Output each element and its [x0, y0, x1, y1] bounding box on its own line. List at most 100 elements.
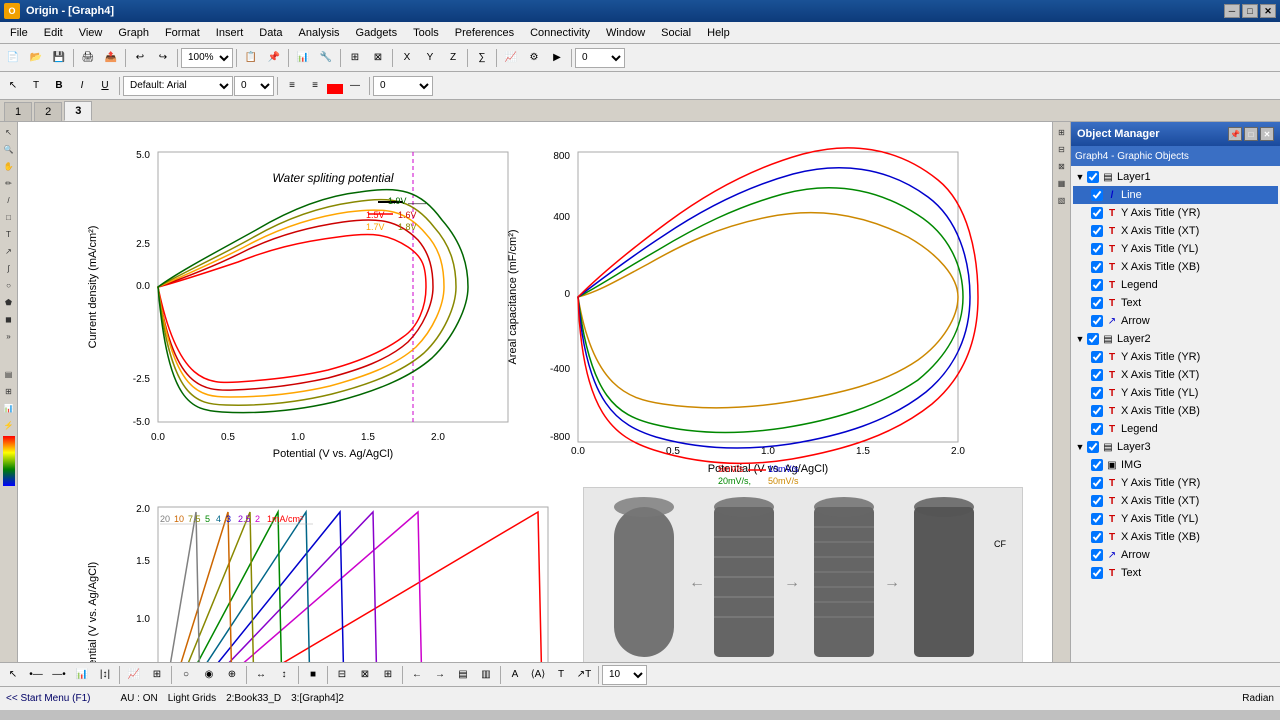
- bt-23[interactable]: T: [550, 664, 572, 686]
- color-btn[interactable]: [327, 84, 343, 94]
- align-left-btn[interactable]: ≡: [281, 75, 303, 97]
- stats-btn[interactable]: 📈: [500, 47, 522, 69]
- bt-20[interactable]: ▥: [475, 664, 497, 686]
- layer3-yl-checkbox[interactable]: [1091, 513, 1103, 525]
- bottom-num-dropdown[interactable]: 10: [602, 665, 647, 685]
- curve-tool[interactable]: ∫: [1, 260, 17, 276]
- layer3-yl-row[interactable]: T Y Axis Title (YL): [1073, 510, 1278, 528]
- layer1-checkbox[interactable]: [1087, 171, 1099, 183]
- filter-btn[interactable]: ⚙: [523, 47, 545, 69]
- bt-14[interactable]: ⊟: [331, 664, 353, 686]
- layer1-arrow-row[interactable]: ↗ Arrow: [1073, 312, 1278, 330]
- layer1-xb-row[interactable]: T X Axis Title (XB): [1073, 258, 1278, 276]
- right-tool-4[interactable]: ▦: [1054, 175, 1070, 191]
- layer2-xt-row[interactable]: T X Axis Title (XT): [1073, 366, 1278, 384]
- layer-tool[interactable]: ▤: [1, 366, 17, 382]
- print-btn[interactable]: 🖨: [77, 47, 99, 69]
- bt-7[interactable]: ⊞: [146, 664, 168, 686]
- layer2-expand[interactable]: ▼: [1075, 334, 1085, 344]
- bold-btn[interactable]: B: [48, 75, 70, 97]
- layer2-yl-row[interactable]: T Y Axis Title (YL): [1073, 384, 1278, 402]
- y-btn[interactable]: Y: [419, 47, 441, 69]
- layer3-arrow-row[interactable]: ↗ Arrow: [1073, 546, 1278, 564]
- panel-close-btn[interactable]: ✕: [1260, 127, 1274, 141]
- bt-5[interactable]: |↕|: [94, 664, 116, 686]
- bt-19[interactable]: ▤: [452, 664, 474, 686]
- bt-1[interactable]: ↖: [2, 664, 24, 686]
- bt-13[interactable]: ■: [302, 664, 324, 686]
- x-btn[interactable]: X: [396, 47, 418, 69]
- select-tool[interactable]: ↖: [1, 124, 17, 140]
- redo-btn[interactable]: ↪: [152, 47, 174, 69]
- expand-btn[interactable]: »: [1, 328, 17, 344]
- tab-2[interactable]: 2: [34, 102, 62, 121]
- right-tool-2[interactable]: ⊟: [1054, 141, 1070, 157]
- layer1-legend-checkbox[interactable]: [1091, 279, 1103, 291]
- ellipse-tool[interactable]: ○: [1, 277, 17, 293]
- close-btn[interactable]: ✕: [1260, 4, 1276, 18]
- maximize-btn[interactable]: □: [1242, 4, 1258, 18]
- bt-8[interactable]: ○: [175, 664, 197, 686]
- bt-15[interactable]: ⊠: [354, 664, 376, 686]
- polygon-tool[interactable]: ⬟: [1, 294, 17, 310]
- undo-btn[interactable]: ↩: [129, 47, 151, 69]
- analysis-btn[interactable]: ∑: [471, 47, 493, 69]
- layer1-yl-row[interactable]: T Y Axis Title (YL): [1073, 240, 1278, 258]
- layer3-xt-row[interactable]: T X Axis Title (XT): [1073, 492, 1278, 510]
- layer3-expand[interactable]: ▼: [1075, 442, 1085, 452]
- color-bar-tool[interactable]: [3, 436, 15, 486]
- layer2-legend-checkbox[interactable]: [1091, 423, 1103, 435]
- bt-6[interactable]: 📈: [123, 664, 145, 686]
- zoom-dropdown[interactable]: 100% 75% 125%: [181, 48, 233, 68]
- layer3-text-checkbox[interactable]: [1091, 567, 1103, 579]
- bt-21[interactable]: A: [504, 664, 526, 686]
- new-btn[interactable]: 📄: [2, 47, 24, 69]
- layer3-img-checkbox[interactable]: [1091, 459, 1103, 471]
- layer1-text-checkbox[interactable]: [1091, 297, 1103, 309]
- layer1-xb-checkbox[interactable]: [1091, 261, 1103, 273]
- menu-help[interactable]: Help: [699, 22, 738, 43]
- menu-social[interactable]: Social: [653, 22, 699, 43]
- menu-format[interactable]: Format: [157, 22, 208, 43]
- layer2-row[interactable]: ▼ ▤ Layer2: [1073, 330, 1278, 348]
- menu-file[interactable]: File: [2, 22, 36, 43]
- bt-24[interactable]: ↗T: [573, 664, 595, 686]
- bt-22[interactable]: ⟨A⟩: [527, 664, 549, 686]
- layer3-text-row[interactable]: T Text: [1073, 564, 1278, 582]
- right-tool-1[interactable]: ⊞: [1054, 124, 1070, 140]
- save-btn[interactable]: 💾: [48, 47, 70, 69]
- layer2-yr-checkbox[interactable]: [1091, 351, 1103, 363]
- layer2-legend-row[interactable]: T Legend: [1073, 420, 1278, 438]
- color-fill-tool[interactable]: ◼: [1, 311, 17, 327]
- layer1-arrow-checkbox[interactable]: [1091, 315, 1103, 327]
- bt-17[interactable]: ←: [406, 664, 428, 686]
- menu-connectivity[interactable]: Connectivity: [522, 22, 598, 43]
- layer1-yl-checkbox[interactable]: [1091, 243, 1103, 255]
- layer1-xt-row[interactable]: T X Axis Title (XT): [1073, 222, 1278, 240]
- arrow-tool[interactable]: ↗: [1, 243, 17, 259]
- menu-edit[interactable]: Edit: [36, 22, 71, 43]
- open-btn[interactable]: 📂: [25, 47, 47, 69]
- pointer-btn[interactable]: ↖: [2, 75, 24, 97]
- format-btn[interactable]: 🔧: [315, 47, 337, 69]
- layer2-xb-checkbox[interactable]: [1091, 405, 1103, 417]
- layer1-expand[interactable]: ▼: [1075, 172, 1085, 182]
- bt-4[interactable]: 📊: [71, 664, 93, 686]
- menu-graph[interactable]: Graph: [110, 22, 157, 43]
- rect-tool[interactable]: □: [1, 209, 17, 225]
- rescale-btn[interactable]: ⊞: [344, 47, 366, 69]
- line-width-dropdown[interactable]: 0: [373, 76, 433, 96]
- align-center-btn[interactable]: ≡: [304, 75, 326, 97]
- font-size-dropdown[interactable]: 0: [575, 48, 625, 68]
- menu-gadgets[interactable]: Gadgets: [348, 22, 406, 43]
- menu-preferences[interactable]: Preferences: [447, 22, 522, 43]
- menu-window[interactable]: Window: [598, 22, 653, 43]
- z-btn[interactable]: Z: [442, 47, 464, 69]
- layer3-arrow-checkbox[interactable]: [1091, 549, 1103, 561]
- bt-10[interactable]: ⊕: [221, 664, 243, 686]
- fontsize-dropdown[interactable]: 0: [234, 76, 274, 96]
- panel-float-btn[interactable]: □: [1244, 127, 1258, 141]
- bt-9[interactable]: ◉: [198, 664, 220, 686]
- text-tool[interactable]: T: [1, 226, 17, 242]
- layer2-xt-checkbox[interactable]: [1091, 369, 1103, 381]
